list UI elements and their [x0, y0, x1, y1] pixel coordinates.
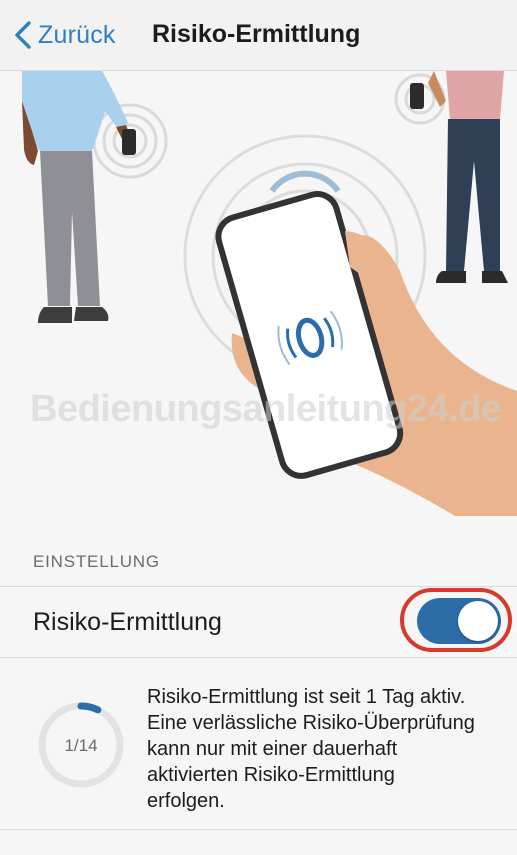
navigation-bar: Zurück Risiko-Ermittlung — [0, 0, 517, 71]
chevron-left-icon — [15, 21, 31, 49]
info-text: Risiko-Ermittlung ist seit 1 Tag aktiv. … — [147, 686, 475, 812]
risk-detection-toggle[interactable] — [417, 598, 501, 644]
back-label: Zurück — [38, 20, 116, 49]
hero-illustration — [0, 71, 517, 517]
divider — [0, 829, 517, 830]
toggle-knob — [458, 601, 498, 641]
setting-label: Risiko-Ermittlung — [33, 608, 222, 636]
back-button[interactable]: Zurück — [14, 18, 116, 52]
person-left — [22, 71, 136, 323]
section-label: EINSTELLUNG — [33, 552, 160, 571]
risk-detection-setting-row: Risiko-Ermittlung — [0, 586, 517, 658]
watermark: Bedienungsanleitung24.de — [30, 388, 502, 430]
exposure-illustration — [22, 71, 517, 517]
page-title: Risiko-Ermittlung — [152, 20, 361, 48]
progress-label: 1/14 — [64, 736, 98, 755]
